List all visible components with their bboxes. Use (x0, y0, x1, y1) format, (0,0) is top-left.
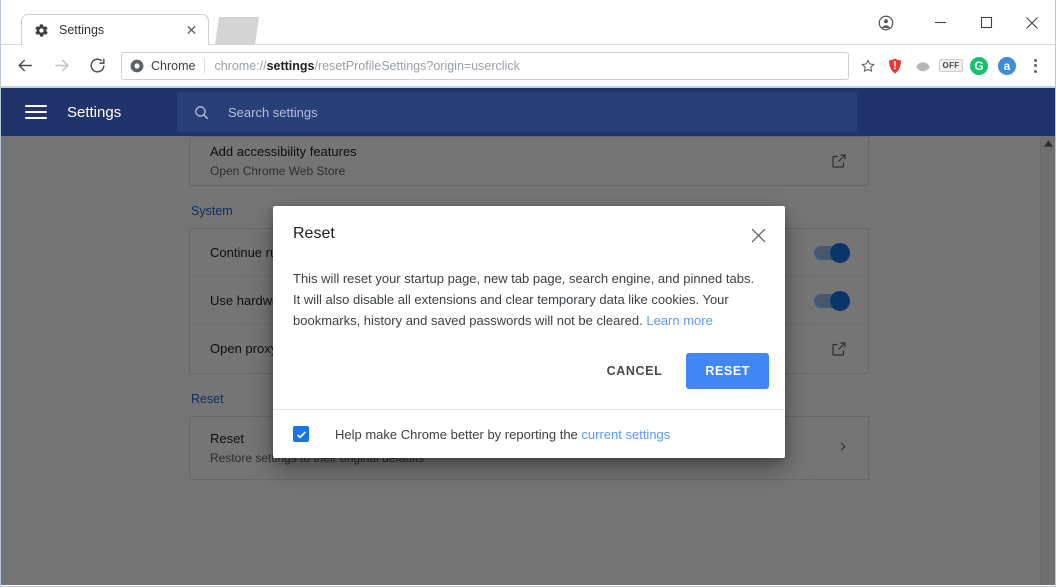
off-badge-label: OFF (938, 59, 964, 72)
tab-close-icon[interactable]: ✕ (183, 22, 200, 39)
chrome-badge-label: Chrome (151, 58, 196, 73)
browser-toolbar: Chrome chrome://settings/resetProfileSet… (1, 45, 1055, 88)
reset-dialog: Reset This will reset your startup page,… (273, 206, 785, 458)
search-icon (193, 104, 210, 121)
address-bar[interactable]: Chrome chrome://settings/resetProfileSet… (121, 51, 849, 80)
cancel-button[interactable]: CANCEL (593, 354, 677, 388)
site-identity-chrome-badge: Chrome (130, 58, 206, 73)
minimize-button[interactable] (917, 0, 963, 45)
settings-content-area: Add accessibility features Open Chrome W… (1, 136, 1055, 585)
dialog-footer-text: Help make Chrome better by reporting the… (335, 427, 670, 442)
grammarly-glyph: G (970, 56, 988, 75)
dialog-body: This will reset your startup page, new t… (273, 246, 785, 337)
title-bar: Settings ✕ (1, 0, 1055, 45)
shield-extension-icon[interactable] (881, 52, 909, 80)
report-settings-checkbox[interactable] (293, 426, 309, 442)
browser-tab-settings[interactable]: Settings ✕ (21, 14, 209, 45)
window-controls (855, 0, 1055, 45)
address-bar-url: chrome://settings/resetProfileSettings?o… (214, 59, 519, 73)
back-button-icon[interactable] (10, 51, 40, 81)
dialog-actions: CANCEL RESET (273, 337, 785, 409)
hamburger-icon[interactable] (25, 105, 47, 119)
dialog-title: Reset (293, 225, 335, 242)
reset-button[interactable]: RESET (686, 353, 769, 389)
url-prefix: chrome:// (214, 58, 267, 73)
dialog-footer: Help make Chrome better by reporting the… (273, 409, 785, 458)
settings-search-box[interactable]: Search settings (177, 92, 857, 132)
settings-title: Settings (67, 103, 122, 121)
dialog-close-icon[interactable] (747, 224, 769, 246)
gear-icon (34, 23, 49, 38)
new-tab-button[interactable] (215, 17, 259, 45)
url-host: settings (266, 58, 315, 73)
footer-label: Help make Chrome better by reporting the (335, 426, 582, 442)
off-badge-extension-icon[interactable]: OFF (937, 52, 965, 80)
amazon-assistant-extension-icon[interactable]: a (993, 52, 1021, 80)
tab-title: Settings (59, 23, 105, 37)
chrome-menu-icon[interactable] (1021, 58, 1049, 73)
grammarly-extension-icon[interactable]: G (965, 52, 993, 80)
bookmark-star-icon[interactable] (855, 58, 881, 74)
settings-page: Settings Search settings Add accessibili… (1, 88, 1055, 585)
extension-icons: OFF G a (881, 52, 1021, 80)
dialog-header: Reset (273, 206, 785, 246)
close-window-button[interactable] (1009, 0, 1055, 45)
gray-globe-extension-icon[interactable] (909, 52, 937, 80)
chrome-logo-icon (130, 59, 144, 73)
amazon-glyph: a (998, 56, 1016, 75)
browser-window: Settings ✕ Chrome chrome://settings/rese… (0, 0, 1056, 587)
learn-more-link[interactable]: Learn more (646, 313, 712, 328)
reload-button-icon[interactable] (82, 51, 112, 81)
maximize-button[interactable] (963, 0, 1009, 45)
settings-header: Settings Search settings (1, 88, 1055, 136)
forward-button-icon (46, 51, 76, 81)
current-settings-link[interactable]: current settings (581, 427, 670, 442)
profile-avatar-icon[interactable] (855, 0, 917, 45)
url-path: /resetProfileSettings?origin=userclick (314, 58, 520, 73)
settings-search-placeholder: Search settings (228, 104, 318, 120)
